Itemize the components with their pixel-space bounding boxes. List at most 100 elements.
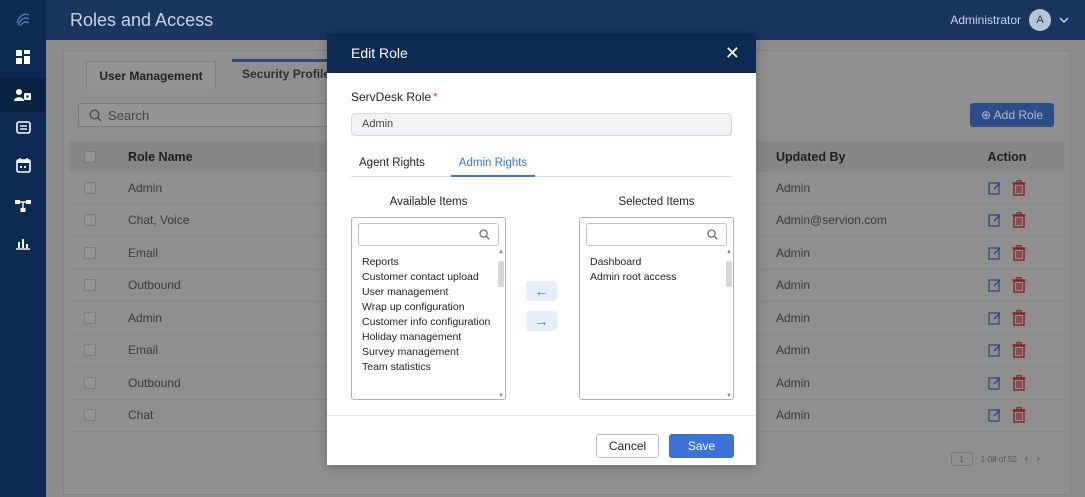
action-cell	[950, 277, 1064, 293]
action-cell	[950, 244, 1064, 261]
avatar[interactable]: A	[1029, 9, 1051, 31]
search-placeholder: Search	[108, 107, 150, 123]
scroll-up-icon[interactable]: ▲	[498, 249, 504, 255]
scroll-down-icon[interactable]: ▼	[498, 393, 504, 399]
row-checkbox[interactable]	[84, 311, 96, 324]
page-number[interactable]: 1	[950, 452, 973, 466]
search-icon	[707, 229, 718, 240]
action-cell	[950, 342, 1064, 358]
select-all-checkbox[interactable]	[84, 150, 96, 163]
rights-tabs: Agent Rights Admin Rights	[351, 151, 732, 177]
sidebar	[0, 0, 46, 497]
row-checkbox[interactable]	[84, 279, 96, 292]
dialog-header: Edit Role ✕	[327, 33, 756, 73]
page-title: Roles and Access	[70, 10, 214, 30]
delete-icon[interactable]	[1012, 179, 1026, 196]
updated-by-cell: Admin	[776, 245, 811, 260]
edit-icon[interactable]	[988, 246, 1002, 260]
action-cell	[950, 212, 1064, 228]
calendar-icon[interactable]	[0, 148, 46, 182]
edit-icon[interactable]	[988, 181, 1002, 195]
available-search-input[interactable]	[358, 223, 499, 246]
list-item[interactable]: Survey management	[362, 345, 490, 360]
scroll-up-icon[interactable]: ▲	[726, 249, 732, 255]
list-item[interactable]: Admin root access	[590, 270, 676, 285]
delete-icon[interactable]	[1012, 342, 1026, 358]
edit-icon[interactable]	[988, 311, 1002, 325]
row-checkbox[interactable]	[84, 181, 96, 194]
logo-icon	[0, 2, 46, 36]
page-range: 1-08 of 50	[980, 454, 1017, 464]
row-checkbox[interactable]	[84, 376, 96, 389]
selected-scrollbar[interactable]: ▲ ▼	[726, 249, 732, 399]
scroll-down-icon[interactable]: ▼	[726, 393, 732, 399]
delete-icon[interactable]	[1012, 244, 1026, 261]
scroll-thumb[interactable]	[498, 261, 504, 287]
role-name-field[interactable]: Admin	[351, 113, 732, 136]
user-menu[interactable]: Administrator A	[950, 9, 1069, 31]
message-icon[interactable]	[0, 111, 46, 145]
prev-page-icon[interactable]: ‹	[1025, 453, 1029, 465]
list-item[interactable]: Reports	[362, 255, 490, 270]
list-item[interactable]: Wrap up configuration	[362, 300, 490, 315]
available-items-list[interactable]: Reports Customer contact upload User manag…	[351, 217, 506, 400]
move-left-button[interactable]: ←	[526, 281, 557, 301]
list-item[interactable]: Holiday management	[362, 330, 490, 345]
tab-user-management[interactable]: User Management	[86, 61, 216, 89]
list-item[interactable]: User management	[362, 285, 490, 300]
search-icon	[89, 109, 102, 121]
row-checkbox[interactable]	[84, 409, 96, 422]
tab-agent-rights[interactable]: Agent Rights	[359, 157, 425, 169]
user-name: Administrator	[950, 13, 1021, 27]
updated-by-cell: Admin	[776, 375, 811, 390]
list-item[interactable]: Dashboard	[590, 255, 676, 270]
add-role-button[interactable]: ⊕ Add Role	[970, 103, 1054, 127]
tab-admin-rights[interactable]: Admin Rights	[451, 157, 535, 177]
row-checkbox[interactable]	[84, 214, 96, 227]
edit-role-dialog: Edit Role ✕ ServDesk Role * Admin Agent R…	[327, 33, 756, 465]
available-scrollbar[interactable]: ▲ ▼	[498, 249, 504, 399]
selected-items: Dashboard Admin root access	[590, 255, 676, 285]
list-item[interactable]: Team statistics	[362, 360, 490, 375]
action-cell	[950, 374, 1064, 391]
required-marker: *	[433, 90, 438, 104]
move-right-button[interactable]: →	[526, 311, 557, 331]
updated-by-cell: Admin	[776, 343, 811, 358]
edit-icon[interactable]	[988, 343, 1002, 357]
pagination: 1 1-08 of 50 ‹ ›	[950, 452, 1040, 466]
row-checkbox[interactable]	[84, 344, 96, 357]
selected-search-input[interactable]	[586, 223, 727, 246]
row-checkbox[interactable]	[84, 246, 96, 259]
available-items-title: Available Items	[389, 196, 468, 208]
role-field-label: ServDesk Role *	[351, 90, 438, 104]
edit-icon[interactable]	[988, 376, 1002, 390]
list-item[interactable]: Customer info configuration	[362, 315, 490, 330]
search-input[interactable]: Search	[78, 103, 328, 127]
save-button[interactable]: Save	[669, 434, 734, 458]
delete-icon[interactable]	[1012, 309, 1026, 326]
user-access-icon[interactable]	[0, 78, 46, 112]
chevron-down-icon[interactable]	[1059, 17, 1069, 23]
edit-icon[interactable]	[988, 213, 1002, 227]
search-icon	[479, 229, 490, 240]
selected-items-list[interactable]: Dashboard Admin root access ▲ ▼	[579, 217, 734, 400]
updated-by-cell: Admin	[776, 278, 811, 293]
workflow-icon[interactable]	[0, 189, 46, 223]
dialog-footer: Cancel Save	[327, 415, 756, 465]
scroll-thumb[interactable]	[726, 261, 732, 287]
edit-icon[interactable]	[988, 408, 1002, 422]
next-page-icon[interactable]: ›	[1036, 453, 1040, 465]
delete-icon[interactable]	[1012, 407, 1026, 423]
cancel-button[interactable]: Cancel	[596, 434, 659, 458]
close-icon[interactable]: ✕	[725, 44, 740, 62]
delete-icon[interactable]	[1012, 374, 1026, 391]
edit-icon[interactable]	[988, 278, 1002, 292]
available-items: Reports Customer contact upload User manag…	[362, 255, 490, 375]
list-item[interactable]: Customer contact upload	[362, 270, 490, 285]
header-action: Action	[987, 149, 1027, 164]
updated-by-cell: Admin	[776, 180, 811, 195]
reports-chart-icon[interactable]	[0, 226, 46, 260]
delete-icon[interactable]	[1012, 277, 1026, 293]
dashboard-icon[interactable]	[0, 40, 46, 74]
delete-icon[interactable]	[1012, 212, 1026, 228]
